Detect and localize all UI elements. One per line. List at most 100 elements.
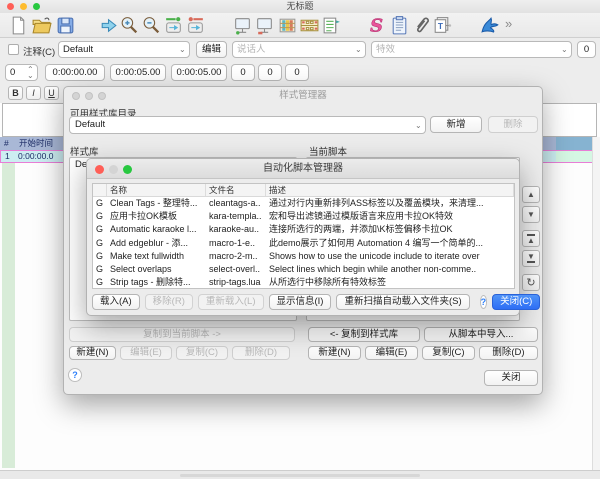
layer-field[interactable]: 0 — [577, 41, 596, 58]
svg-text:S: S — [370, 15, 383, 36]
effect-combobox[interactable]: 特效 ⌄ — [371, 41, 572, 58]
row-start-time: 0:00:00.0 — [18, 151, 54, 161]
underline-button[interactable]: U — [44, 86, 59, 100]
script-row[interactable]: G Add edgeblur - 添... macro-1-e.. 此demo展示了如… — [93, 237, 514, 250]
grid-header-start-time: 开始时间 — [19, 138, 54, 148]
automation-manager-dialog: 自动化脚本管理器 名称 文件名 描述 G Clean Tags - 整理特... c… — [86, 158, 541, 316]
storage-new-button[interactable]: 新建(N) — [69, 346, 116, 360]
zoom-in-icon[interactable] — [119, 15, 140, 36]
move-up-icon[interactable]: ▲ — [522, 186, 540, 203]
automation-wave-icon[interactable] — [479, 15, 500, 36]
script-row[interactable]: G Make text fullwidth macro-2-m.. Shows how… — [93, 250, 514, 263]
shift-times-forward-icon[interactable] — [163, 15, 184, 36]
show-info-button[interactable]: 显示信息(I) — [268, 294, 332, 310]
import-from-script-button[interactable]: 从脚本中导入... — [424, 327, 538, 342]
comment-label: 注释(C) — [23, 47, 56, 58]
column-description[interactable]: 描述 — [266, 184, 514, 196]
start-time-field[interactable]: 0:00:00.00 — [45, 64, 105, 81]
minimize-window-icon[interactable] — [20, 3, 27, 10]
open-file-icon[interactable] — [31, 15, 52, 36]
script-copy-button[interactable]: 复制(C) — [422, 346, 475, 360]
dialog-zoom-icon[interactable] — [123, 165, 132, 174]
jump-arrow-icon[interactable] — [98, 15, 119, 36]
grid-header-right-cell — [556, 137, 592, 150]
timing-film-icon[interactable] — [299, 15, 320, 36]
dialog-close-icon[interactable] — [95, 165, 104, 174]
help-button[interactable]: ? — [479, 295, 488, 309]
style-select[interactable]: Default ⌄ — [58, 41, 190, 58]
script-properties-icon[interactable] — [232, 15, 253, 36]
storage-edit-button[interactable]: 编辑(E) — [120, 346, 172, 360]
script-new-button[interactable]: 新建(N) — [308, 346, 361, 360]
style-manager-close-button[interactable]: 关闭 — [484, 370, 538, 386]
grid-index-column — [2, 163, 15, 468]
properties-clipboard-icon[interactable] — [389, 15, 410, 36]
catalog-select[interactable]: Default ⌄ — [69, 116, 426, 134]
reload-script-button[interactable]: 重新载入(L) — [197, 294, 264, 310]
remove-script-button[interactable]: 移除(R) — [144, 294, 193, 310]
column-filename[interactable]: 文件名 — [206, 184, 266, 196]
close-window-icon[interactable] — [7, 3, 14, 10]
layer-stepper[interactable]: 0 ⌃ ⌄ — [5, 64, 38, 81]
edit-style-button[interactable]: 编辑 — [196, 41, 227, 58]
automation-title: 自动化脚本管理器 — [87, 159, 519, 179]
save-file-icon[interactable] — [55, 15, 76, 36]
grid-header-index: # — [4, 138, 9, 148]
script-row[interactable]: G 应用卡拉OK模板 kara-templa.. 宏和导出滤镜通过模版语言来应用卡拉O… — [93, 210, 514, 223]
grid-scrollbar-gutter[interactable] — [592, 137, 600, 479]
styling-assistant-icon[interactable] — [321, 15, 342, 36]
storage-label: 样式库 — [70, 147, 99, 158]
italic-button[interactable]: I — [26, 86, 41, 100]
script-resolution-icon[interactable] — [254, 15, 275, 36]
bold-button[interactable]: B — [8, 86, 23, 100]
column-name[interactable]: 名称 — [107, 184, 206, 196]
app-window: 无标题 S T » 注释(C) Default ⌄ 编辑 说话人 ⌄ 特效 ⌄ … — [0, 0, 600, 479]
script-row[interactable]: G Automatic karaoke l... karaoke-au.. 连接所选行… — [93, 223, 514, 236]
dialog-minimize-icon[interactable] — [109, 165, 118, 174]
margin-vertical-field[interactable]: 0 — [285, 64, 309, 81]
edit-row-times: 0 ⌃ ⌄ 0:00:00.00 0:00:05.00 0:00:05.00 0 0… — [0, 61, 600, 84]
sort-styles-icon[interactable]: ↻ — [522, 274, 540, 291]
styles-manager-s-icon[interactable]: S — [366, 15, 387, 37]
row-right-cell — [556, 151, 592, 162]
load-script-button[interactable]: 载入(A) — [92, 294, 140, 310]
actor-combobox[interactable]: 说话人 ⌄ — [232, 41, 366, 58]
automation-close-button[interactable]: 关闭(C) — [492, 294, 541, 310]
end-time-field[interactable]: 0:00:05.00 — [110, 64, 166, 81]
move-to-top-icon[interactable]: ▲ — [522, 230, 540, 247]
zoom-out-icon[interactable] — [141, 15, 162, 36]
storage-delete-button[interactable]: 删除(D) — [232, 346, 290, 360]
script-delete-button[interactable]: 删除(D) — [479, 346, 538, 360]
script-edit-button[interactable]: 编辑(E) — [365, 346, 418, 360]
script-row[interactable]: G Clean Tags - 整理特... cleantags-a.. 通过对行内重新… — [93, 197, 514, 210]
copy-to-storage-button[interactable]: <- 复制到样式库 — [308, 327, 420, 342]
shift-times-backward-icon[interactable] — [185, 15, 206, 36]
move-to-bottom-icon[interactable]: ▼ — [522, 250, 540, 267]
edit-row-style: 注释(C) Default ⌄ 编辑 说话人 ⌄ 特效 ⌄ 0 — [0, 38, 600, 61]
scripts-table[interactable]: 名称 文件名 描述 G Clean Tags - 整理特... cleantags-… — [92, 183, 515, 289]
comment-checkbox[interactable] — [8, 44, 19, 55]
script-row[interactable]: G Strip tags - 删除特... strip-tags.lua 从所选行中移… — [93, 276, 514, 288]
zoom-window-icon[interactable] — [33, 3, 40, 10]
attachments-paperclip-icon[interactable] — [412, 15, 433, 36]
styles-grid-icon[interactable] — [277, 15, 298, 36]
main-toolbar: S T » — [0, 13, 600, 38]
catalog-delete-button[interactable]: 删除 — [488, 116, 538, 133]
copy-to-script-button[interactable]: 复制到当前脚本 -> — [69, 327, 295, 342]
storage-copy-button[interactable]: 复制(C) — [176, 346, 228, 360]
main-titlebar: 无标题 — [0, 0, 600, 13]
catalog-new-button[interactable]: 新增 — [430, 116, 482, 133]
margin-right-field[interactable]: 0 — [258, 64, 282, 81]
overflow-chevron-icon[interactable]: » — [505, 16, 512, 31]
horizontal-scrollbar[interactable] — [180, 474, 420, 477]
automation-buttons: 载入(A) 移除(R) 重新载入(L) 显示信息(I) 重新扫描自动载入文件夹(… — [87, 294, 541, 310]
new-file-icon[interactable] — [8, 15, 29, 36]
move-down-icon[interactable]: ▼ — [522, 206, 540, 223]
help-button[interactable]: ? — [68, 368, 82, 382]
scripts-table-header[interactable]: 名称 文件名 描述 — [93, 184, 514, 197]
duration-field[interactable]: 0:00:05.00 — [171, 64, 227, 81]
rescan-autoload-button[interactable]: 重新扫描自动载入文件夹(S) — [336, 294, 470, 310]
translation-pages-icon[interactable]: T — [431, 15, 452, 36]
script-row[interactable]: G Select overlaps select-overl.. Select lin… — [93, 263, 514, 276]
margin-left-field[interactable]: 0 — [231, 64, 255, 81]
